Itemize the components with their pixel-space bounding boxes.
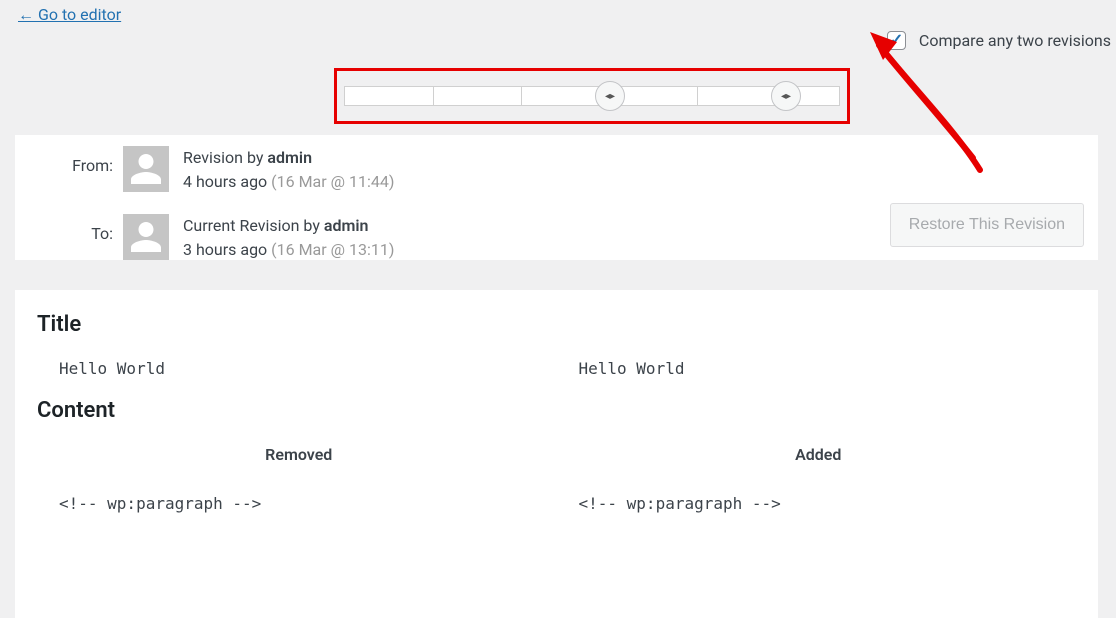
diff-title-right: Hello World [557,359,1077,378]
diff-title-heading: Title [37,312,1076,337]
to-label: To: [29,214,123,243]
revision-slider-handle-from[interactable]: ◂▸ [595,81,625,111]
diff-content-left: <!-- wp:paragraph --> [37,494,557,513]
diff-title-left: Hello World [37,359,557,378]
diff-content-heading: Content [37,398,1076,423]
slider-handle-icon: ◂▸ [781,91,791,102]
avatar [123,146,169,192]
diff-content-labels: Removed Added [37,445,1076,494]
diff-content-right: <!-- wp:paragraph --> [557,494,1077,513]
user-icon [128,219,164,255]
slider-handle-icon: ◂▸ [605,91,615,102]
revision-slider-track[interactable]: ◂▸ ◂▸ [344,86,840,106]
revision-slider-handle-to[interactable]: ◂▸ [771,81,801,111]
restore-revision-button: Restore This Revision [890,203,1084,247]
diff-content-row: <!-- wp:paragraph --> <!-- wp:paragraph … [37,494,1076,513]
revisions-diff: Title Hello World Hello World Content Re… [15,290,1098,618]
revisions-meta: From: Revision by admin 4 hours ago (16 … [15,135,1098,260]
revision-from-text: Revision by admin 4 hours ago (16 Mar @ … [183,146,394,194]
go-to-editor-link[interactable]: ← Go to editor [18,5,121,25]
revision-from-row: From: Revision by admin 4 hours ago (16 … [29,144,1084,212]
compare-two-revisions-label[interactable]: Compare any two revisions [883,28,1111,53]
revision-slider-highlight: ◂▸ ◂▸ [334,68,850,124]
user-icon [128,151,164,187]
compare-two-revisions-text: Compare any two revisions [919,31,1111,50]
added-label: Added [579,445,1059,464]
compare-two-revisions-checkbox[interactable] [887,31,906,50]
from-label: From: [29,146,123,175]
diff-title-row: Hello World Hello World [37,359,1076,378]
revision-to-text: Current Revision by admin 3 hours ago (1… [183,214,394,262]
removed-label: Removed [59,445,539,464]
avatar [123,214,169,260]
